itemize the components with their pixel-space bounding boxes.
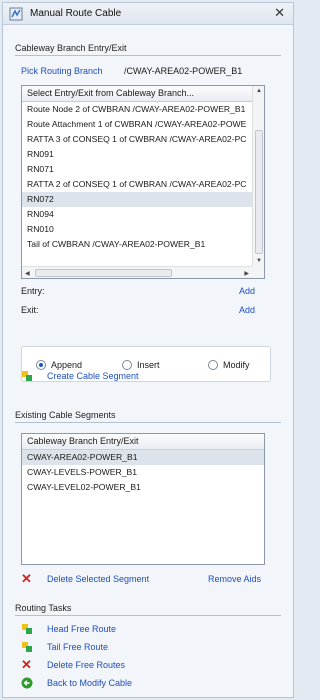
routing-tasks-heading: Routing Tasks <box>15 603 72 613</box>
scroll-up-icon[interactable]: ▲ <box>256 88 262 94</box>
window-title: Manual Route Cable <box>30 8 122 19</box>
remove-aids-link[interactable]: Remove Aids <box>208 574 261 584</box>
radio-unchecked-icon <box>122 360 132 370</box>
branch-section-heading: Cableway Branch Entry/Exit <box>15 43 127 53</box>
tail-route-icon <box>22 642 32 652</box>
existing-section-heading: Existing Cable Segments <box>15 410 116 420</box>
insert-radio[interactable]: Insert <box>122 360 160 370</box>
existing-segments-list[interactable]: Cableway Branch Entry/Exit CWAY-AREA02-P… <box>21 433 265 565</box>
entry-add-link[interactable]: Add <box>239 286 255 296</box>
vertical-scrollbar[interactable]: ▲ ▼ <box>252 86 264 266</box>
insert-label: Insert <box>137 360 160 370</box>
divider <box>15 615 281 616</box>
entry-label: Entry: <box>21 286 45 296</box>
list-item[interactable]: CWAY-LEVELS-POWER_B1 <box>22 465 264 480</box>
delete-icon: ✕ <box>21 657 32 672</box>
scroll-corner <box>252 266 264 278</box>
tail-free-route-link[interactable]: Tail Free Route <box>47 642 108 652</box>
modify-label: Modify <box>223 360 250 370</box>
delete-icon: ✕ <box>21 571 32 586</box>
pick-routing-branch-link[interactable]: Pick Routing Branch <box>21 66 103 76</box>
radio-checked-icon <box>36 360 46 370</box>
scroll-thumb[interactable] <box>35 269 172 277</box>
append-label: Append <box>51 360 83 370</box>
scroll-thumb[interactable] <box>255 130 263 254</box>
back-arrow-icon <box>21 677 33 689</box>
list-item[interactable]: CWAY-LEVEL02-POWER_B1 <box>22 480 264 495</box>
list-item[interactable]: RATTA 2 of CONSEQ 1 of CWBRAN /CWAY-AREA… <box>22 177 264 192</box>
list-item[interactable]: RN094 <box>22 207 264 222</box>
list-item[interactable]: Tail of CWBRAN /CWAY-AREA02-POWER_B1 <box>22 237 264 252</box>
scroll-left-icon[interactable]: ◀ <box>25 270 30 277</box>
delete-free-routes-link[interactable]: Delete Free Routes <box>47 660 125 670</box>
title-bar: Manual Route Cable ✕ <box>3 3 293 25</box>
append-radio[interactable]: Append <box>36 360 82 370</box>
list-item[interactable]: Route Attachment 1 of CWBRAN /CWAY-AREA0… <box>22 117 264 132</box>
scroll-down-icon[interactable]: ▼ <box>256 258 262 264</box>
back-to-modify-cable-link[interactable]: Back to Modify Cable <box>47 678 132 688</box>
divider <box>15 422 281 423</box>
exit-add-link[interactable]: Add <box>239 305 255 315</box>
segment-icon <box>22 371 32 381</box>
list-item[interactable]: RATTA 3 of CONSEQ 1 of CWBRAN /CWAY-AREA… <box>22 132 264 147</box>
exit-label: Exit: <box>21 305 39 315</box>
manual-route-cable-panel: Manual Route Cable ✕ Cableway Branch Ent… <box>2 2 294 698</box>
divider <box>15 55 281 56</box>
horizontal-scrollbar[interactable]: ◀ ▶ <box>22 266 252 278</box>
scroll-right-icon[interactable]: ▶ <box>244 270 249 277</box>
entry-exit-list[interactable]: Select Entry/Exit from Cableway Branch..… <box>21 85 265 279</box>
list-item[interactable]: RN071 <box>22 162 264 177</box>
head-route-icon <box>22 624 32 634</box>
list-item-selected[interactable]: RN072 <box>22 192 264 207</box>
delete-selected-segment-link[interactable]: Delete Selected Segment <box>47 574 149 584</box>
list-item[interactable]: Route Node 2 of CWBRAN /CWAY-AREA02-POWE… <box>22 102 264 117</box>
list-item-selected[interactable]: CWAY-AREA02-POWER_B1 <box>22 450 264 465</box>
close-icon[interactable]: ✕ <box>274 5 285 21</box>
list-item[interactable]: RN091 <box>22 147 264 162</box>
modify-radio[interactable]: Modify <box>208 360 250 370</box>
create-cable-segment-link[interactable]: Create Cable Segment <box>47 371 139 381</box>
entry-exit-list-header: Select Entry/Exit from Cableway Branch..… <box>22 86 264 102</box>
app-icon <box>9 7 23 21</box>
existing-segments-header: Cableway Branch Entry/Exit <box>22 434 264 450</box>
head-free-route-link[interactable]: Head Free Route <box>47 624 116 634</box>
branch-value: /CWAY-AREA02-POWER_B1 <box>124 66 243 76</box>
list-item[interactable]: RN010 <box>22 222 264 237</box>
radio-unchecked-icon <box>208 360 218 370</box>
